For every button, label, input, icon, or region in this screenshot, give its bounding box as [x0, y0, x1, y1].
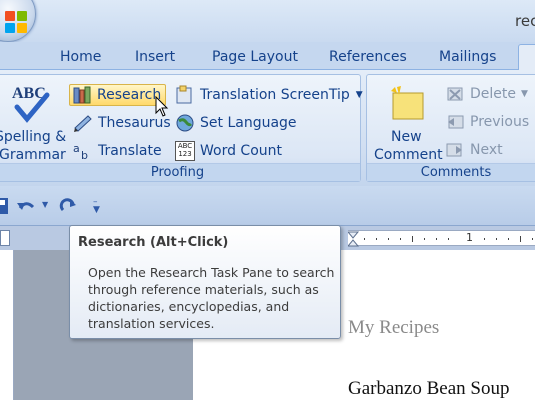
spelling-grammar-button[interactable]: ABC Spelling & Grammar: [0, 79, 67, 163]
quick-access-toolbar: ▼ – ▼: [0, 186, 535, 226]
tab-references[interactable]: References: [329, 49, 407, 65]
word-count-label: Word Count: [200, 143, 283, 159]
thesaurus-icon: [73, 113, 93, 133]
document-heading: My Recipes: [348, 317, 440, 338]
translate-label: Translate: [98, 143, 162, 159]
comments-group: New Comment Delete ▼ Previous Next Comme…: [366, 74, 535, 182]
research-label: Research: [97, 87, 162, 103]
tab-review-active[interactable]: [518, 44, 535, 71]
svg-text:b: b: [81, 149, 88, 161]
next-comment-button[interactable]: Next: [445, 139, 503, 161]
tab-home[interactable]: Home: [60, 49, 101, 65]
mouse-cursor-icon: [155, 96, 169, 117]
translate-button[interactable]: ab Translate: [73, 140, 162, 162]
tooltip-title: Research (Alt+Click): [78, 235, 229, 250]
svg-text:a: a: [73, 142, 80, 155]
tooltip-body: Open the Research Task Pane to search th…: [88, 265, 335, 331]
ruler-ticks: [348, 231, 533, 247]
ruler-corner-button[interactable]: [0, 230, 10, 246]
set-language-label: Set Language: [200, 115, 297, 131]
previous-comment-label: Previous: [470, 114, 530, 130]
chevron-down-icon[interactable]: ▼: [42, 200, 48, 209]
ribbon: ABC Spelling & Grammar Research Thesauru…: [0, 70, 535, 186]
new-comment-icon: [391, 86, 424, 120]
delete-comment-label: Delete: [470, 86, 516, 102]
customize-qat-icon[interactable]: – ▼: [93, 198, 100, 215]
set-language-button[interactable]: Set Language: [175, 112, 297, 134]
spelling-check-icon: ABC: [12, 85, 50, 123]
word-count-button[interactable]: ABC 123 Word Count: [175, 140, 282, 162]
spelling-label-line2: Grammar: [0, 147, 66, 163]
new-comment-label-line1: New: [391, 129, 422, 145]
save-icon[interactable]: [0, 198, 8, 214]
research-button[interactable]: Research: [69, 84, 167, 106]
word-count-icon: ABC 123: [175, 141, 195, 161]
set-language-icon: [175, 113, 195, 133]
translation-screentip-label: Translation ScreenTip: [200, 87, 350, 103]
ribbon-tab-row: Home Insert Page Layout References Maili…: [0, 42, 535, 71]
research-tooltip: Research (Alt+Click) Open the Research T…: [69, 225, 341, 339]
chevron-down-icon: ▼: [521, 89, 528, 99]
document-subheading: Garbanzo Bean Soup: [348, 378, 510, 399]
tab-mailings[interactable]: Mailings: [439, 49, 496, 65]
horizontal-ruler[interactable]: 1: [348, 230, 535, 247]
translate-icon: ab: [73, 141, 93, 162]
redo-icon[interactable]: [58, 198, 78, 214]
office-logo-icon: [5, 11, 27, 33]
research-books-icon: [72, 85, 92, 105]
next-comment-label: Next: [470, 142, 503, 158]
proofing-group: ABC Spelling & Grammar Research Thesauru…: [0, 74, 363, 182]
tab-insert[interactable]: Insert: [135, 49, 175, 65]
document-title: rec: [515, 12, 535, 30]
delete-comment-icon: [445, 84, 465, 104]
office-button[interactable]: [0, 0, 36, 42]
title-bar: rec: [0, 0, 535, 42]
previous-comment-button[interactable]: Previous: [445, 111, 529, 133]
tab-page-layout[interactable]: Page Layout: [212, 49, 298, 65]
new-comment-label-line2: Comment: [374, 147, 443, 163]
translation-screentip-icon: [175, 85, 195, 105]
comments-group-label: Comments: [367, 163, 535, 181]
previous-comment-icon: [445, 112, 465, 132]
spelling-label-line1: Spelling &: [0, 129, 67, 145]
ruler-marker-label: 1: [466, 231, 473, 244]
delete-comment-button[interactable]: Delete ▼: [445, 83, 528, 105]
next-comment-icon: [445, 140, 465, 160]
proofing-group-label: Proofing: [0, 163, 360, 181]
chevron-down-icon: ▼: [355, 90, 363, 100]
translation-screentip-button[interactable]: Translation ScreenTip ▼: [175, 84, 363, 106]
vertical-ruler[interactable]: [0, 250, 14, 400]
new-comment-button[interactable]: New Comment: [371, 79, 443, 163]
undo-icon[interactable]: [16, 198, 36, 214]
